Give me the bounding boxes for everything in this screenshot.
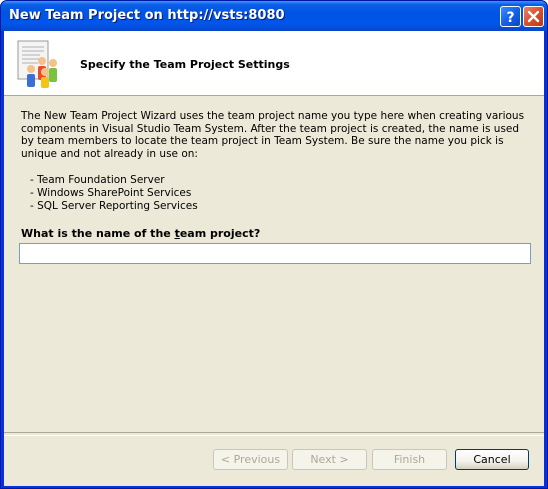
close-icon [527,10,540,23]
wizard-window: New Team Project on http://vsts:8080 ? S… [0,0,548,489]
list-item: - Windows SharePoint Services [30,187,192,199]
next-button[interactable]: Next > [292,449,367,470]
project-name-label: What is the name of the team project? [21,227,261,240]
wizard-team-icon [17,40,57,88]
wizard-description: The New Team Project Wizard uses the tea… [21,110,525,160]
list-item: - SQL Server Reporting Services [30,200,198,212]
wizard-header: Specify the Team Project Settings [4,31,544,96]
service-list: - Team Foundation Server - Windows Share… [30,174,198,213]
finish-button[interactable]: Finish [372,449,447,470]
window-title: New Team Project on http://vsts:8080 [9,8,285,23]
help-icon: ? [506,10,514,26]
close-button[interactable] [523,6,544,27]
project-name-input[interactable] [19,243,531,264]
wizard-client-area: Specify the Team Project Settings The Ne… [4,31,544,486]
page-title: Specify the Team Project Settings [80,58,290,71]
cancel-button[interactable]: Cancel [455,449,529,470]
title-bar[interactable]: New Team Project on http://vsts:8080 ? [1,1,547,31]
help-button[interactable]: ? [500,6,521,27]
footer-divider [4,432,544,436]
svg-text:?: ? [506,10,514,26]
list-item: - Team Foundation Server [30,174,165,186]
previous-button[interactable]: < Previous [213,449,288,470]
